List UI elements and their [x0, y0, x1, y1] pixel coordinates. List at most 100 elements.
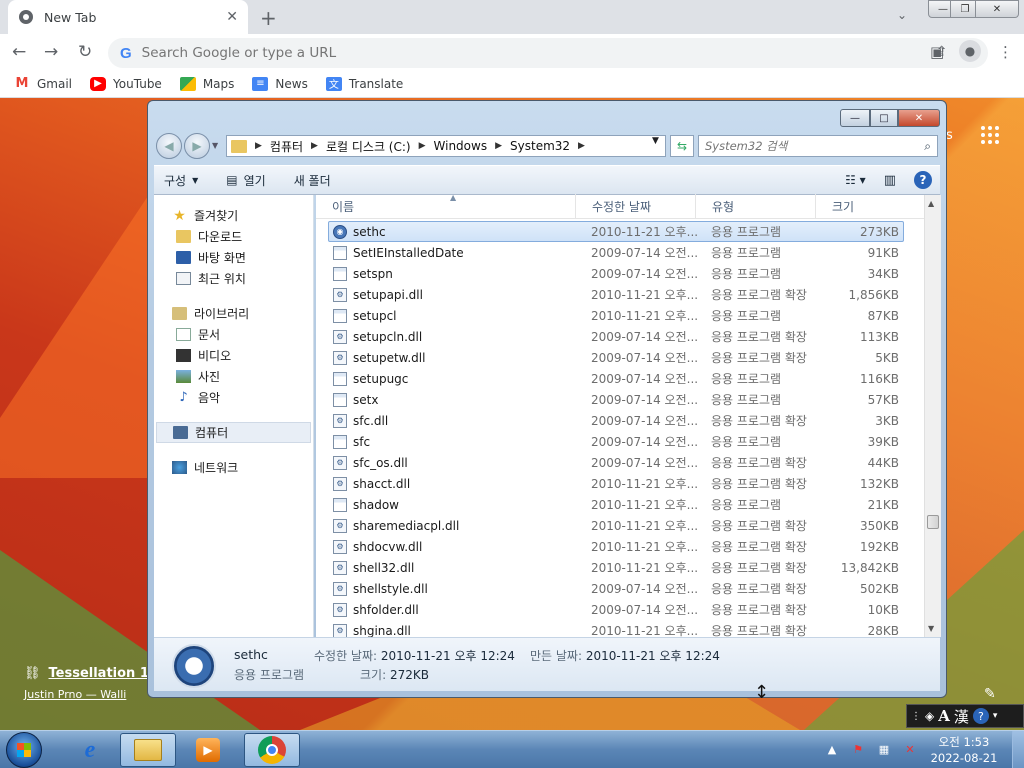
nav-downloads[interactable]: 다운로드: [154, 226, 313, 247]
new-folder-button[interactable]: 새 폴더: [284, 172, 341, 189]
file-row[interactable]: ⚙ shacct.dll 2010-11-21 오후... 응용 프로그램 확장 132…: [328, 473, 904, 494]
ime-hanja-toggle[interactable]: 漢: [954, 706, 969, 727]
recent-pages-chevron-icon[interactable]: ▼: [212, 141, 218, 150]
tab-new-tab[interactable]: New Tab ✕: [8, 0, 248, 34]
ime-mode-icon[interactable]: ◈: [925, 709, 934, 723]
explorer-search-input[interactable]: [705, 139, 925, 153]
explorer-minimize-button[interactable]: —: [840, 109, 870, 127]
omnibox[interactable]: G ⇪ ☆: [108, 38, 988, 68]
view-options-icon[interactable]: ☷ ▾: [845, 173, 866, 187]
bookmark-translate[interactable]: 文 Translate: [325, 76, 403, 91]
back-arrow-icon[interactable]: ←: [12, 42, 26, 62]
taskbar-chrome[interactable]: [244, 733, 300, 767]
side-panel-icon[interactable]: ▣: [930, 43, 944, 61]
breadcrumb-separator-icon[interactable]: ▶: [495, 141, 502, 151]
nav-desktop[interactable]: 바탕 화면: [154, 247, 313, 268]
breadcrumb-item[interactable]: 로컬 디스크 (C:): [326, 138, 411, 155]
file-row[interactable]: setupcl 2010-11-21 오후... 응용 프로그램 87KB: [328, 305, 904, 326]
file-row[interactable]: ⚙ setupetw.dll 2009-07-14 오전... 응용 프로그램 확장 5…: [328, 347, 904, 368]
action-center-flag-icon[interactable]: ⚑: [850, 741, 866, 757]
organize-button[interactable]: 구성 ▼: [154, 172, 208, 189]
background-credit-title[interactable]: ⛓ Tessellation 15: [24, 666, 158, 681]
forward-arrow-icon[interactable]: →: [44, 42, 58, 62]
breadcrumb-item[interactable]: Windows: [434, 139, 488, 153]
menu-kebab-icon[interactable]: ⋮: [998, 43, 1013, 61]
explorer-close-button[interactable]: ✕: [898, 109, 940, 127]
nav-music[interactable]: ♪ 음악: [154, 387, 313, 408]
file-row[interactable]: shadow 2010-11-21 오후... 응용 프로그램 21KB: [328, 494, 904, 515]
file-list-scrollbar[interactable]: ▲ ▼: [924, 195, 941, 637]
language-bar-options-icon[interactable]: ▾: [993, 711, 998, 721]
file-row[interactable]: ⚙ setupapi.dll 2010-11-21 오후... 응용 프로그램 확장 1…: [328, 284, 904, 305]
column-header-date[interactable]: 수정한 날짜: [576, 194, 696, 218]
start-button[interactable]: [6, 732, 42, 768]
breadcrumb-separator-icon[interactable]: ▶: [419, 141, 426, 151]
file-row[interactable]: ⚙ shdocvw.dll 2010-11-21 오후... 응용 프로그램 확장 19…: [328, 536, 904, 557]
bookmark-maps[interactable]: Maps: [179, 76, 234, 91]
taskbar-windows-explorer[interactable]: [120, 733, 176, 767]
ime-alpha-toggle[interactable]: A: [938, 707, 950, 725]
breadcrumb-item[interactable]: System32: [510, 139, 570, 153]
file-row[interactable]: ⚙ sharemediacpl.dll 2010-11-21 오후... 응용 프로그…: [328, 515, 904, 536]
file-row[interactable]: ⚙ shfolder.dll 2009-07-14 오전... 응용 프로그램 확장 1…: [328, 599, 904, 620]
explorer-maximize-button[interactable]: □: [870, 109, 898, 127]
language-bar[interactable]: ⋮ ◈ A 漢 ? ▾: [906, 704, 1024, 728]
customize-pencil-icon[interactable]: ✎: [984, 686, 996, 702]
nav-documents[interactable]: 문서: [154, 324, 313, 345]
breadcrumb-item[interactable]: 컴퓨터: [270, 138, 303, 155]
new-tab-button[interactable]: +: [260, 6, 277, 30]
file-row[interactable]: setupugc 2009-07-14 오전... 응용 프로그램 116KB: [328, 368, 904, 389]
reload-icon[interactable]: ↻: [78, 42, 92, 62]
file-row[interactable]: ⚙ sfc.dll 2009-07-14 오전... 응용 프로그램 확장 3KB: [328, 410, 904, 431]
breadcrumb-separator-icon[interactable]: ▶: [255, 141, 262, 151]
breadcrumb-separator-icon[interactable]: ▶: [578, 141, 585, 151]
nav-pictures[interactable]: 사진: [154, 366, 313, 387]
file-row[interactable]: sfc 2009-07-14 오전... 응용 프로그램 39KB: [328, 431, 904, 452]
ime-help-icon[interactable]: ?: [972, 708, 989, 724]
nav-network[interactable]: 네트워크: [154, 457, 313, 478]
open-button[interactable]: ▤ 열기: [216, 172, 275, 189]
browser-close-button[interactable]: ✕: [975, 0, 1019, 18]
nav-recent[interactable]: 최근 위치: [154, 268, 313, 289]
nav-videos[interactable]: 비디오: [154, 345, 313, 366]
google-apps-icon[interactable]: [981, 126, 999, 144]
help-icon[interactable]: ?: [914, 171, 932, 189]
file-row[interactable]: ⚙ shell32.dll 2010-11-21 오후... 응용 프로그램 확장 13…: [328, 557, 904, 578]
file-row[interactable]: setx 2009-07-14 오전... 응용 프로그램 57KB: [328, 389, 904, 410]
scroll-down-arrow-icon[interactable]: ▼: [928, 624, 934, 633]
file-row[interactable]: SetIEInstalledDate 2009-07-14 오전... 응용 프로그…: [328, 242, 904, 263]
explorer-search-box[interactable]: ⌕: [698, 135, 938, 157]
background-author-link[interactable]: Justin Prno — Walli: [24, 688, 126, 701]
breadcrumb-separator-icon[interactable]: ▶: [311, 141, 318, 151]
preview-pane-icon[interactable]: ▥: [884, 173, 896, 188]
clock[interactable]: 오전 1:53 2022-08-21: [926, 734, 1002, 766]
address-bar[interactable]: ▶ 컴퓨터 ▶ 로컬 디스크 (C:) ▶ Windows ▶ System32…: [226, 135, 666, 157]
search-icon[interactable]: ⌕: [924, 139, 931, 154]
column-header-name[interactable]: 이름: [316, 194, 576, 218]
file-row[interactable]: ⚙ shellstyle.dll 2009-07-14 오전... 응용 프로그램 확…: [328, 578, 904, 599]
show-hidden-icons-icon[interactable]: ▲: [824, 741, 840, 757]
file-row[interactable]: ⚙ setupcln.dll 2009-07-14 오전... 응용 프로그램 확장 1…: [328, 326, 904, 347]
explorer-forward-icon[interactable]: ▶: [184, 133, 210, 159]
refresh-icon[interactable]: ⇆: [670, 135, 694, 157]
profile-avatar-icon[interactable]: ●: [959, 40, 981, 62]
nav-computer[interactable]: 컴퓨터: [156, 422, 311, 443]
bookmark-gmail[interactable]: M Gmail: [14, 76, 72, 91]
file-row[interactable]: setspn 2009-07-14 오전... 응용 프로그램 34KB: [328, 263, 904, 284]
tab-search-chevron-icon[interactable]: ⌄: [897, 8, 907, 22]
address-dropdown-icon[interactable]: ▼: [652, 136, 659, 146]
show-desktop-button[interactable]: [1012, 731, 1024, 768]
network-status-icon[interactable]: ▦: [876, 741, 892, 757]
taskbar-media-player[interactable]: ▶: [180, 733, 236, 767]
scrollbar-thumb[interactable]: [927, 515, 939, 529]
file-row[interactable]: ◉ sethc 2010-11-21 오후... 응용 프로그램 273KB: [328, 221, 904, 242]
nav-libraries[interactable]: 라이브러리: [154, 303, 313, 324]
omnibox-input[interactable]: [141, 45, 782, 61]
column-header-size[interactable]: 크기: [816, 194, 906, 218]
nav-favorites[interactable]: ★ 즐겨찾기: [154, 205, 313, 226]
explorer-back-icon[interactable]: ◀: [156, 133, 182, 159]
language-bar-handle-icon[interactable]: ⋮: [911, 711, 921, 722]
taskbar-internet-explorer[interactable]: e: [62, 733, 118, 767]
file-row[interactable]: ⚙ sfc_os.dll 2009-07-14 오전... 응용 프로그램 확장 44K…: [328, 452, 904, 473]
column-header-type[interactable]: 유형: [696, 194, 816, 218]
